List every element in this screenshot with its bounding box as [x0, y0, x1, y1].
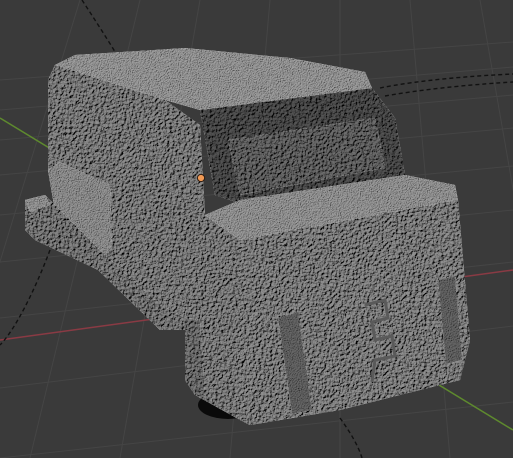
- viewport-canvas[interactable]: [0, 0, 513, 458]
- object-origin-dot[interactable]: [196, 173, 206, 183]
- 3d-viewport[interactable]: [0, 0, 513, 458]
